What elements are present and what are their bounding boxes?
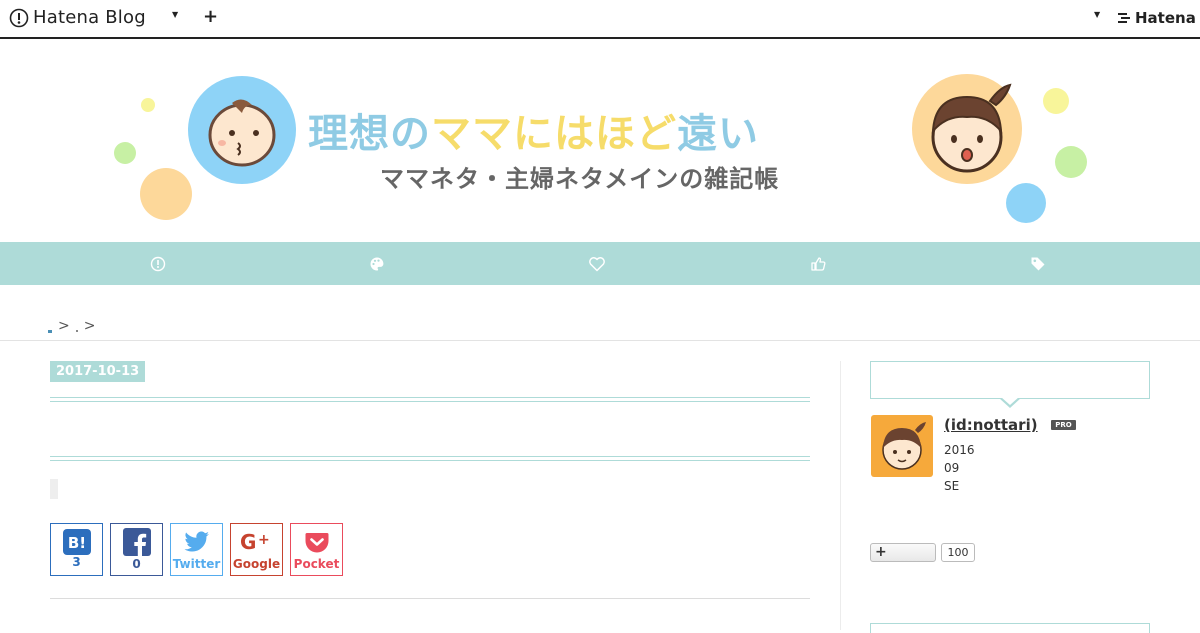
blog-title[interactable]: 理想のママにはほど遠い: [308, 101, 759, 159]
heart-icon: [589, 257, 605, 272]
pocket-icon: [305, 533, 328, 553]
logo-text: Hatena Blog: [33, 7, 146, 28]
google-plus-share-button[interactable]: G + Google: [230, 523, 283, 576]
twitter-label: Twitter: [172, 557, 221, 571]
content-divider: [0, 340, 1200, 341]
profile-id-link[interactable]: (id:nottari): [944, 416, 1038, 434]
plus-icon[interactable]: +: [203, 6, 218, 27]
hatena-bookmark-share-button[interactable]: B! 3: [50, 523, 103, 576]
profile-description-line: SE: [944, 479, 960, 493]
nav-heart[interactable]: [587, 254, 607, 274]
blue-dot-right: [1006, 183, 1046, 223]
title-part-1: 理想の: [308, 111, 431, 157]
hatena-bookmark-icon: B!: [62, 529, 91, 555]
hatena-brand-link[interactable]: Hatena: [1118, 9, 1196, 27]
entry-category-tag[interactable]: [50, 479, 58, 499]
hatena-blog-logo-icon: [9, 8, 29, 27]
hatena-logo-icon: [1118, 13, 1130, 23]
title-top-rule: [50, 397, 810, 398]
green-dot: [114, 142, 136, 164]
twitter-share-button[interactable]: Twitter: [170, 523, 223, 576]
global-nav: [0, 242, 1200, 285]
entry-date[interactable]: 2017-10-13: [50, 361, 146, 382]
profile-heading-arrow-inner: [1001, 397, 1019, 405]
pro-badge: PRO: [1051, 420, 1076, 430]
profile-description-line: 09: [944, 461, 960, 475]
global-header: Hatena Blog ▼ + ▼ Hatena: [0, 0, 1200, 39]
follower-count: 100: [941, 543, 975, 562]
article-bottom-divider: [50, 598, 810, 599]
nav-palette[interactable]: [367, 254, 387, 274]
palette-icon: [370, 257, 384, 271]
profile-description-line: 2016: [944, 443, 975, 457]
title-top-rule: [50, 401, 810, 402]
yellow-dot-right: [1043, 88, 1069, 114]
title-part-3: 遠い: [677, 111, 759, 157]
nav-home[interactable]: [148, 254, 168, 274]
breadcrumb-home-link[interactable]: [48, 329, 52, 333]
blog-subtitle: ママネタ・主婦ネタメインの雑記帳: [380, 165, 780, 193]
breadcrumb-separator: >: [58, 318, 70, 334]
hatena-blog-logo[interactable]: Hatena Blog: [9, 7, 146, 28]
hatena-brand-text: Hatena: [1135, 9, 1196, 27]
svg-text:+: +: [258, 532, 270, 548]
orange-dot: [140, 168, 192, 220]
follow-button[interactable]: +: [870, 543, 936, 562]
profile-heading-box: [870, 361, 1150, 399]
hatena-blog-icon: [150, 256, 166, 272]
caret-down-icon[interactable]: ▼: [1094, 10, 1100, 19]
yellow-dot: [141, 98, 155, 112]
twitter-icon: [184, 531, 209, 552]
breadcrumb-category-link[interactable]: [75, 330, 78, 332]
facebook-share-button[interactable]: 0: [110, 523, 163, 576]
facebook-icon: [122, 528, 151, 556]
google-plus-icon: G +: [240, 531, 270, 553]
thumbs-up-icon: [811, 257, 826, 271]
svg-text:G: G: [240, 531, 256, 553]
pocket-label: Pocket: [293, 557, 340, 571]
pocket-share-button[interactable]: Pocket: [290, 523, 343, 576]
breadcrumb: > >: [48, 318, 95, 334]
sidebar-module-box: [870, 623, 1150, 633]
blog-header-banner[interactable]: 理想のママにはほど遠い ママネタ・主婦ネタメインの雑記帳: [0, 39, 1200, 242]
tag-icon: [1031, 257, 1045, 271]
green-dot-right: [1055, 146, 1087, 178]
nav-tag[interactable]: [1028, 254, 1048, 274]
title-bottom-rule: [50, 460, 810, 461]
svg-text:B!: B!: [67, 534, 85, 552]
hatena-bookmark-count: 3: [72, 555, 81, 569]
google-label: Google: [232, 557, 281, 571]
title-part-2: ママにはほど: [431, 111, 677, 157]
breadcrumb-separator: >: [83, 318, 96, 334]
facebook-count: 0: [132, 557, 141, 571]
caret-down-icon[interactable]: ▼: [172, 10, 178, 19]
avatar[interactable]: [871, 415, 933, 477]
sidebar-divider: [840, 361, 841, 630]
title-bottom-rule: [50, 456, 810, 457]
nav-thumbs-up[interactable]: [808, 254, 828, 274]
